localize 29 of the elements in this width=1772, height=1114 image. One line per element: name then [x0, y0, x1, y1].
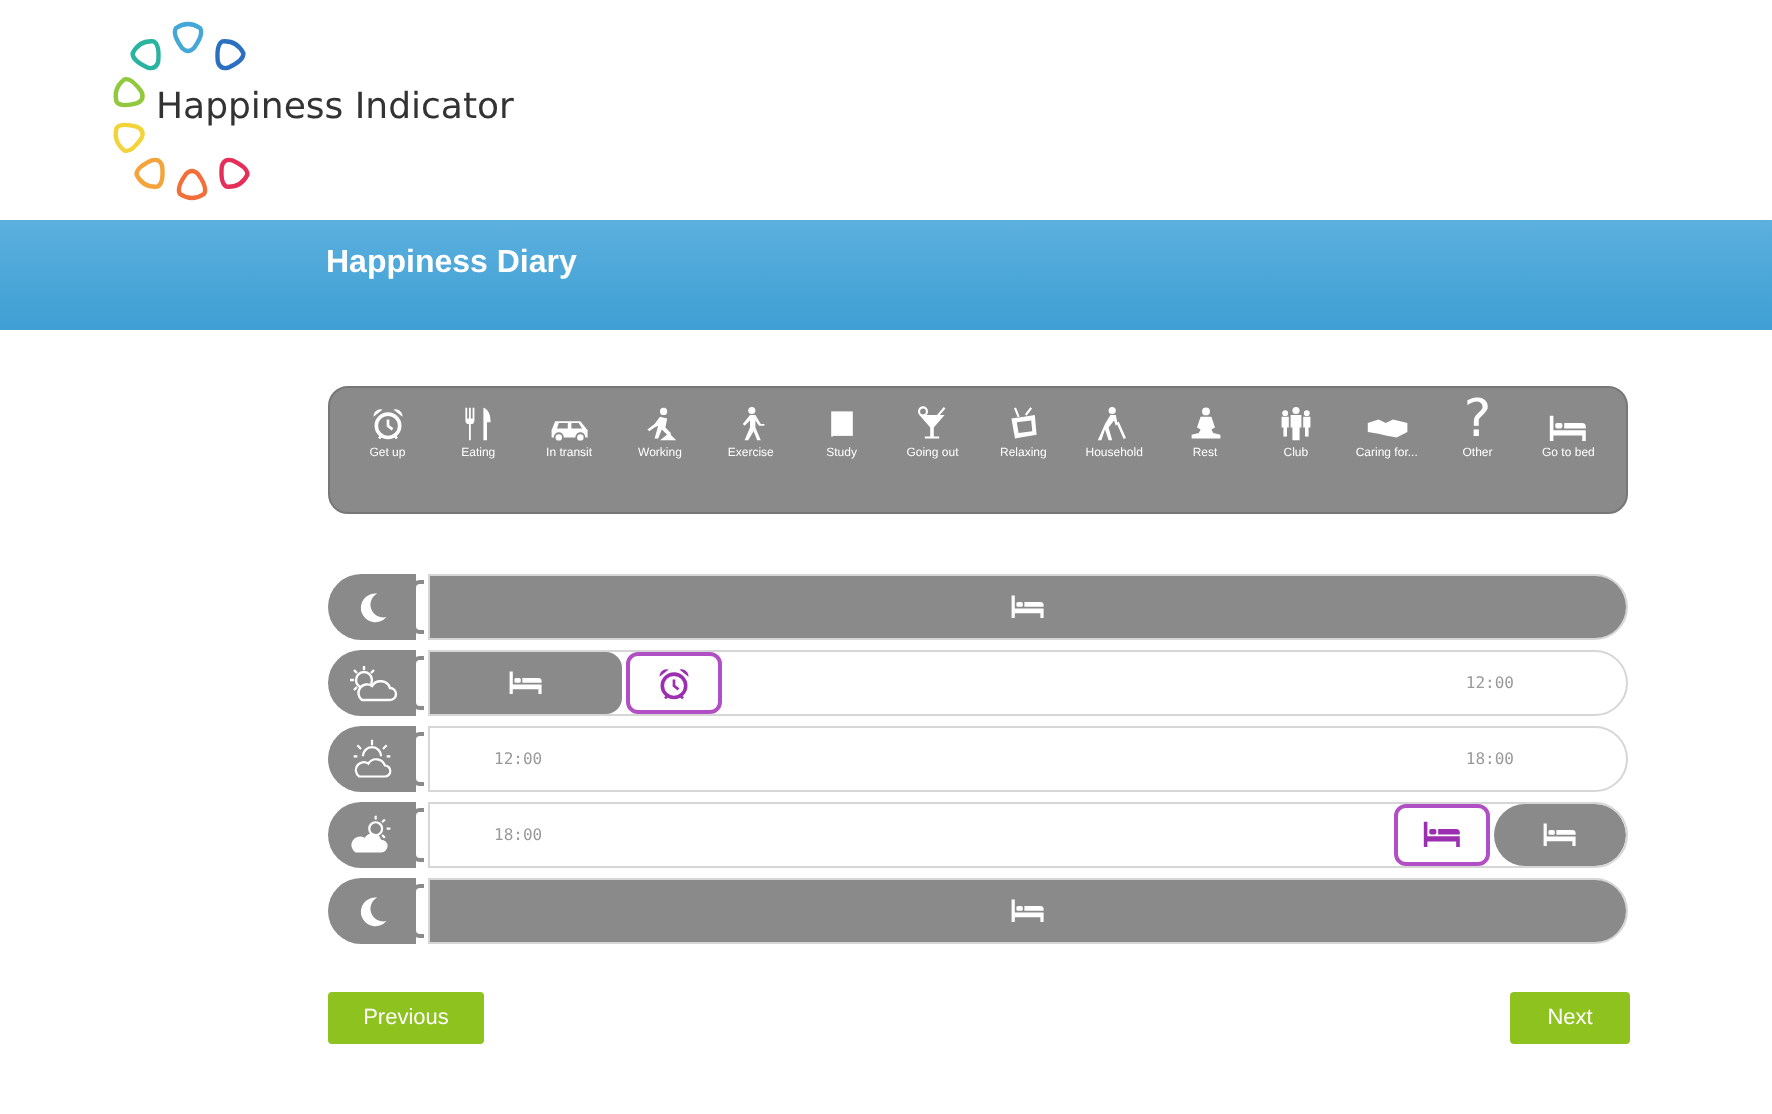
activity-block[interactable] [430, 652, 622, 714]
fork-knife-icon [460, 406, 497, 442]
people-icon [1277, 406, 1314, 442]
previous-button[interactable]: Previous [328, 992, 484, 1044]
start-time: 12:00 [494, 750, 543, 768]
meditating-person-icon [1187, 406, 1223, 442]
activity-block[interactable] [1494, 804, 1626, 866]
sun-cloud-icon [346, 663, 398, 703]
bed-icon [1548, 413, 1589, 442]
logo-text: Happiness Indicator [156, 85, 514, 127]
bed-icon [508, 670, 544, 696]
bed-icon [1422, 820, 1462, 850]
alarm-clock-icon [656, 665, 692, 701]
next-button[interactable]: Next [1510, 992, 1630, 1044]
bed-icon [1010, 594, 1046, 620]
start-time: 18:00 [494, 826, 543, 844]
page-title: Happiness Diary [326, 245, 577, 281]
selected-activity-block[interactable] [1394, 804, 1490, 866]
cocktail-icon [914, 406, 951, 442]
handshake-icon [1365, 413, 1409, 442]
sun-cloud-icon [350, 813, 394, 857]
end-time: 18:00 [1465, 750, 1514, 768]
bed-icon [1542, 822, 1578, 848]
selected-activity-block[interactable] [626, 652, 722, 714]
end-time: 12:00 [1465, 674, 1514, 692]
bed-icon [1010, 898, 1046, 924]
sun-cloud-icon [350, 737, 394, 781]
question-mark-icon: ? [1463, 398, 1492, 442]
alarm-clock-icon [369, 406, 406, 442]
